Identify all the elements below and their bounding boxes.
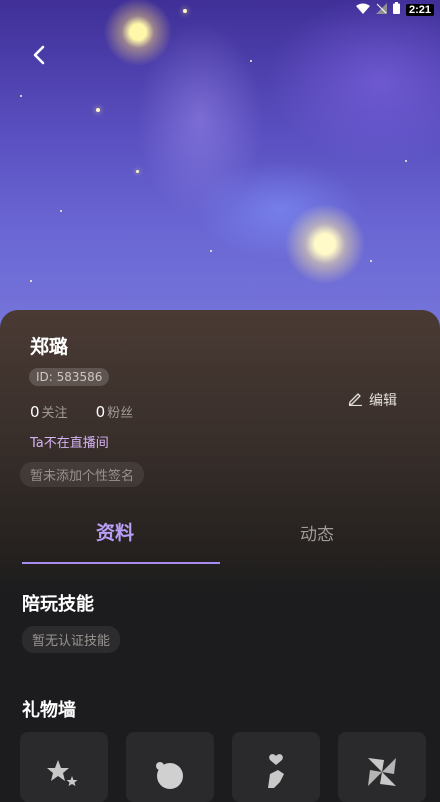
gift-item[interactable] — [20, 732, 108, 802]
signal-icon — [375, 2, 387, 17]
profile-tabs: 资料 动态 — [0, 510, 440, 564]
gift-wall-list — [20, 732, 426, 802]
live-status[interactable]: Ta不在直播间 — [30, 432, 109, 451]
gift-item[interactable] — [126, 732, 214, 802]
gift-item[interactable] — [232, 732, 320, 802]
edit-label: 编辑 — [369, 393, 397, 409]
active-tab-indicator — [22, 562, 220, 564]
tab-profile-info[interactable]: 资料 — [96, 518, 134, 545]
gift-wall-title: 礼物墙 — [22, 700, 76, 721]
following-count: 0 — [30, 403, 40, 421]
pencil-icon — [348, 391, 363, 410]
skills-section-title: 陪玩技能 — [22, 594, 94, 615]
fans-stat[interactable]: 0 粉丝 — [96, 402, 134, 421]
fans-count: 0 — [95, 403, 106, 421]
status-time: 2:21 — [405, 3, 434, 16]
profile-cover-image — [0, 0, 440, 330]
profile-card: 郑璐 ID: 583586 0 关注 0 粉丝 Ta不在直播间 暂未添加个性签名… — [0, 310, 440, 802]
battery-icon — [392, 2, 400, 17]
tab-moments[interactable]: 动态 — [300, 520, 334, 545]
user-id-badge: ID: 583586 — [29, 368, 110, 386]
chevron-left-icon — [32, 45, 46, 69]
signature-badge: 暂未添加个性签名 — [20, 462, 145, 487]
skills-empty-badge: 暂无认证技能 — [22, 626, 121, 653]
following-label: 关注 — [41, 406, 68, 421]
fans-label: 粉丝 — [107, 406, 134, 421]
wifi-icon — [355, 3, 370, 17]
following-stat[interactable]: 0 关注 — [30, 402, 68, 421]
gift-item[interactable] — [338, 732, 426, 802]
status-bar: 2:21 — [0, 0, 440, 20]
edit-profile-button[interactable]: 编辑 — [348, 390, 397, 410]
follow-stats: 0 关注 0 粉丝 — [30, 402, 133, 421]
back-button[interactable] — [22, 40, 56, 74]
user-name: 郑璐 — [30, 336, 69, 358]
